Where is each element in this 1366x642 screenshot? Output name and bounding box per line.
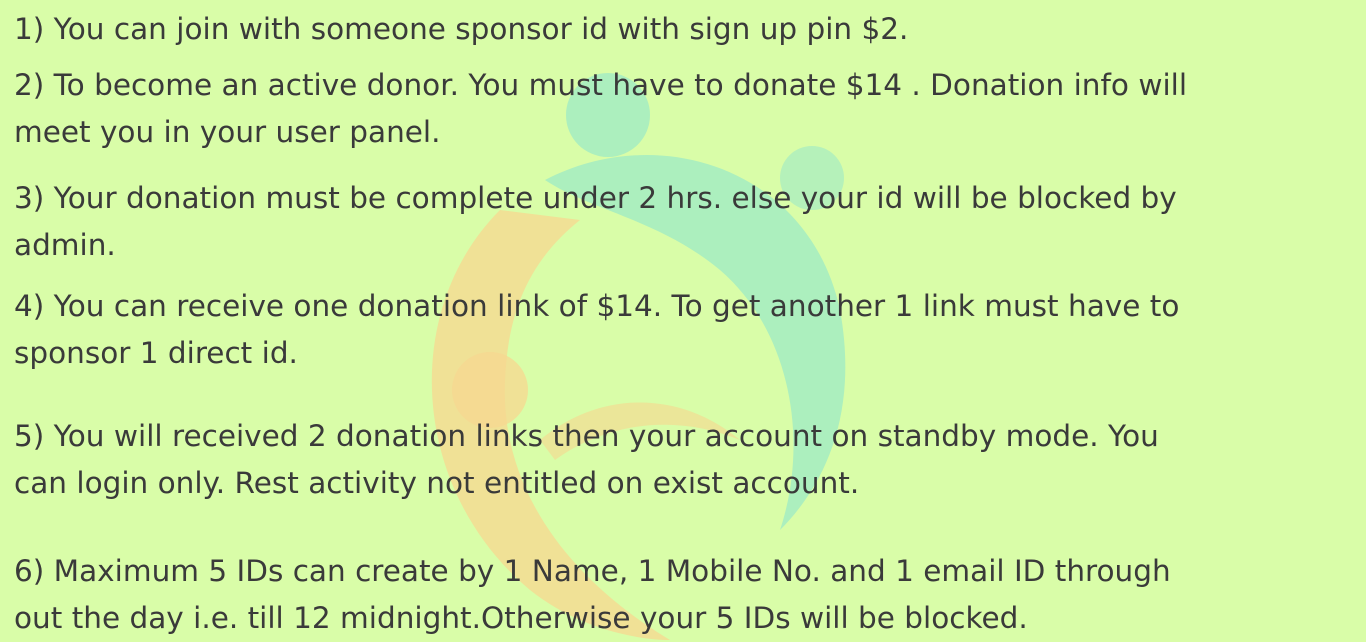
rule-5-line-2: can login only. Rest activity not entitl… xyxy=(14,466,860,500)
rule-item-5: 5) You will received 2 donation links th… xyxy=(14,413,1360,507)
rule-4-line-1: 4) You can receive one donation link of … xyxy=(14,289,1180,323)
rule-4-line-2: sponsor 1 direct id. xyxy=(14,336,298,370)
rule-5-line-1: 5) You will received 2 donation links th… xyxy=(14,419,1159,453)
rule-item-6: 6) Maximum 5 IDs can create by 1 Name, 1… xyxy=(14,548,1360,642)
rule-2-line-2: meet you in your user panel. xyxy=(14,115,441,149)
rules-list: 1) You can join with someone sponsor id … xyxy=(0,0,1366,640)
rule-3-line-2: admin. xyxy=(14,228,116,262)
rule-1-line-1: 1) You can join with someone sponsor id … xyxy=(14,12,909,46)
rule-item-2: 2) To become an active donor. You must h… xyxy=(14,62,1360,156)
rule-6-line-2: out the day i.e. till 12 midnight.Otherw… xyxy=(14,601,1028,635)
rule-item-4: 4) You can receive one donation link of … xyxy=(14,283,1360,377)
rule-6-line-1: 6) Maximum 5 IDs can create by 1 Name, 1… xyxy=(14,554,1171,588)
rule-item-1: 1) You can join with someone sponsor id … xyxy=(14,6,1360,53)
rule-2-line-1: 2) To become an active donor. You must h… xyxy=(14,68,1188,102)
rule-3-line-1: 3) Your donation must be complete under … xyxy=(14,181,1177,215)
rule-item-3: 3) Your donation must be complete under … xyxy=(14,175,1360,269)
